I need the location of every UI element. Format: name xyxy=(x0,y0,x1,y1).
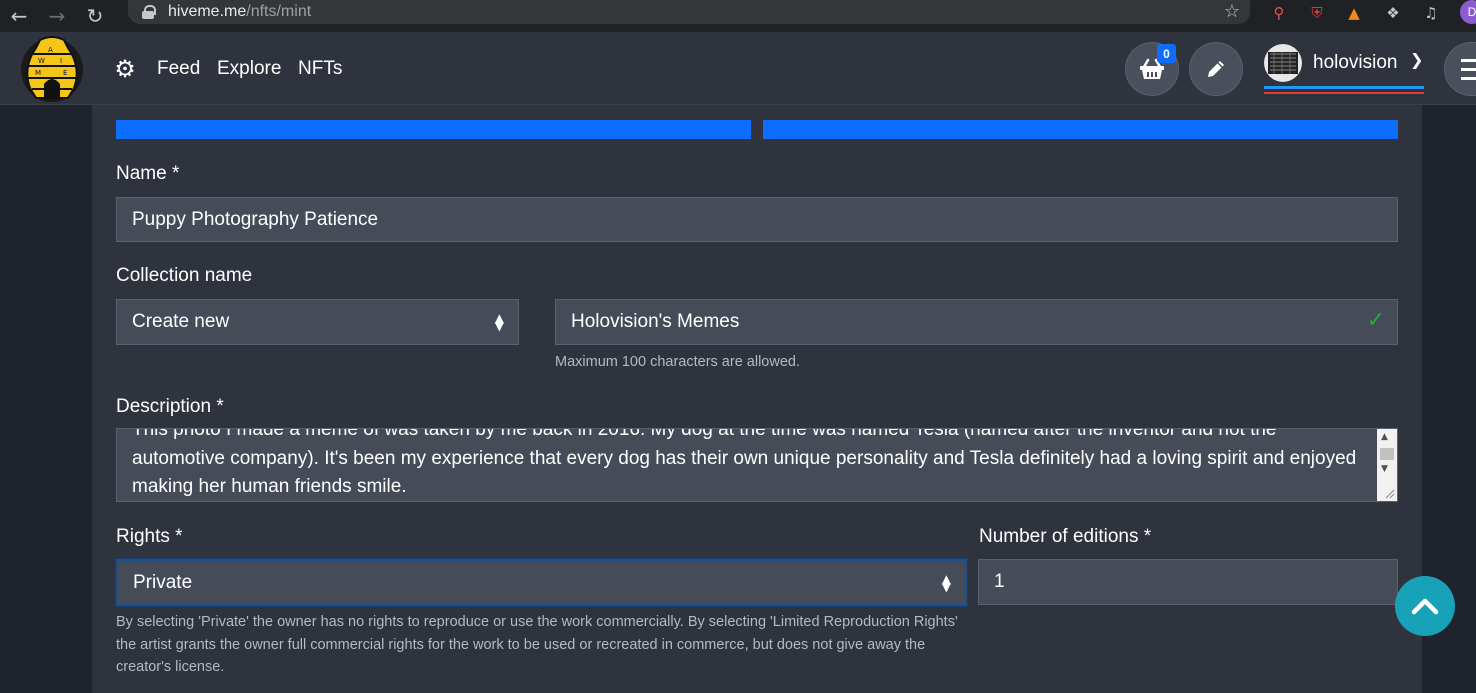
nav-link-feed[interactable]: Feed xyxy=(157,58,200,80)
editions-value: 1 xyxy=(994,571,1005,592)
bookmark-star-icon[interactable]: ☆ xyxy=(1224,1,1240,22)
resize-handle-icon[interactable] xyxy=(1383,487,1395,499)
scroll-to-top-button[interactable] xyxy=(1395,576,1455,636)
media-control-icon[interactable]: ♫ xyxy=(1420,2,1442,24)
browser-toolbar: ← → ↻ hiveme.me/nfts/mint ☆ ⚲ ⛨ ▲ ❖ ♫ D xyxy=(0,0,1476,32)
description-value: This photo I made a meme of was taken by… xyxy=(132,428,1357,497)
url-path: /nfts/mint xyxy=(246,3,312,20)
scroll-down-arrow-icon[interactable]: ▼ xyxy=(1381,464,1388,474)
chevron-down-icon: ❯ xyxy=(1410,50,1424,69)
forward-icon[interactable]: → xyxy=(38,0,76,32)
select-arrows-icon: ▲ ▼ xyxy=(941,571,951,594)
collection-mode-value: Create new xyxy=(132,311,230,332)
svg-text:I: I xyxy=(60,57,62,65)
mint-form-card: Name * Puppy Photography Patience Collec… xyxy=(92,105,1422,693)
scroll-up-arrow-icon[interactable]: ▲ xyxy=(1381,432,1388,442)
fox-extension-icon[interactable]: ▲ xyxy=(1343,2,1365,24)
hamburger-bar xyxy=(1461,68,1476,71)
avatar xyxy=(1264,44,1302,82)
hamburger-bar xyxy=(1461,77,1476,80)
progress-step-1 xyxy=(116,120,751,139)
pencil-icon xyxy=(1208,61,1224,77)
user-underline-red xyxy=(1264,92,1424,94)
chevron-up-icon xyxy=(1411,598,1439,615)
name-input[interactable]: Puppy Photography Patience xyxy=(116,197,1398,242)
back-icon[interactable]: ← xyxy=(0,0,38,32)
url-host: hiveme.me xyxy=(168,3,247,20)
collection-help-text: Maximum 100 characters are allowed. xyxy=(555,354,800,370)
compose-button[interactable] xyxy=(1189,42,1243,96)
app-navbar: A W I M E ⚙ Feed Explore NFTs 0 holovisi… xyxy=(0,32,1476,105)
cart-count-badge: 0 xyxy=(1157,44,1176,63)
svg-text:W: W xyxy=(38,57,45,65)
user-underline-blue xyxy=(1264,86,1424,89)
menu-hamburger-button[interactable] xyxy=(1444,42,1476,96)
address-bar[interactable]: hiveme.me/nfts/mint ☆ xyxy=(128,0,1250,24)
shield-extension-icon[interactable]: ⛨ xyxy=(1306,2,1328,24)
rights-select[interactable]: Private ▲ ▼ xyxy=(116,559,967,606)
reload-icon[interactable]: ↻ xyxy=(76,0,114,32)
collection-mode-select[interactable]: Create new ▲ ▼ xyxy=(116,299,519,345)
editions-label: Number of editions * xyxy=(979,526,1152,547)
editions-input[interactable]: 1 xyxy=(978,559,1398,605)
lock-icon xyxy=(142,5,156,19)
name-input-value: Puppy Photography Patience xyxy=(132,208,379,230)
collection-name-value: Holovision's Memes xyxy=(571,311,740,332)
rights-value: Private xyxy=(133,571,193,593)
rights-label: Rights * xyxy=(116,526,183,547)
nav-link-explore[interactable]: Explore xyxy=(217,58,281,80)
svg-text:M: M xyxy=(35,69,41,77)
browser-profile-avatar[interactable]: D xyxy=(1460,0,1476,24)
collection-label: Collection name xyxy=(116,265,253,286)
progress-step-2 xyxy=(763,120,1398,139)
collection-name-input[interactable]: Holovision's Memes ✓ xyxy=(555,299,1398,345)
hamburger-bar xyxy=(1461,59,1476,62)
rights-help-text: By selecting 'Private' the owner has no … xyxy=(116,614,958,675)
user-menu[interactable]: holovision ❯ xyxy=(1264,44,1424,94)
key-extension-icon[interactable]: ⚲ xyxy=(1268,2,1290,24)
valid-check-icon: ✓ xyxy=(1366,308,1385,333)
scroll-thumb[interactable] xyxy=(1380,448,1394,460)
name-label: Name * xyxy=(116,163,180,184)
settings-gear-icon[interactable]: ⚙ xyxy=(112,56,138,82)
extensions-puzzle-icon[interactable]: ❖ xyxy=(1382,2,1404,24)
username: holovision xyxy=(1313,52,1398,73)
hive-logo[interactable]: A W I M E xyxy=(18,34,86,104)
description-textarea[interactable]: This photo I made a meme of was taken by… xyxy=(116,428,1398,502)
svg-text:E: E xyxy=(63,69,67,77)
select-arrows-icon: ▲ ▼ xyxy=(494,311,504,333)
nav-link-nfts[interactable]: NFTs xyxy=(298,58,342,80)
description-label: Description * xyxy=(116,396,224,417)
svg-text:A: A xyxy=(48,46,53,54)
